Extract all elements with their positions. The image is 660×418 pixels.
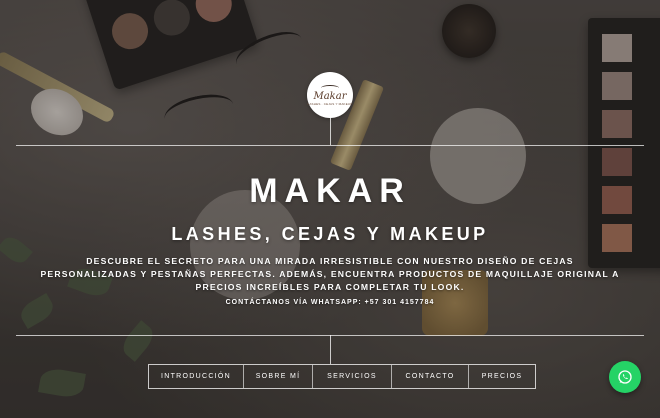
divider-vertical-top (330, 118, 331, 145)
hero-section: Makar LASHES · CEJAS Y MAKEUP MAKAR LASH… (0, 0, 660, 418)
logo-tagline: LASHES · CEJAS Y MAKEUP (307, 101, 353, 106)
divider-horizontal-top (16, 145, 644, 146)
hero-description: DESCUBRE EL SECRETO PARA UNA MIRADA IRRE… (40, 256, 620, 292)
nav-item-precios[interactable]: PRECIOS (469, 365, 535, 388)
whatsapp-icon (618, 370, 632, 384)
hero-subtitle: LASHES, CEJAS Y MAKEUP (171, 224, 489, 244)
whatsapp-contact-text: CONTÁCTANOS VÍA WHATSAPP: +57 301 415778… (225, 299, 435, 306)
logo-wordmark: Makar (313, 90, 347, 102)
nav-item-contacto[interactable]: CONTACTO (392, 365, 469, 388)
nav-item-introduccion[interactable]: INTRODUCCIÓN (149, 365, 244, 388)
whatsapp-button[interactable] (609, 361, 641, 393)
main-nav: INTRODUCCIÓN SOBRE MÍ SERVICIOS CONTACTO… (148, 364, 536, 389)
hero-title: MAKAR (249, 172, 411, 210)
lash-icon (321, 84, 339, 91)
divider-vertical-bottom (330, 335, 331, 364)
nav-item-sobre-mi[interactable]: SOBRE MÍ (244, 365, 313, 388)
nav-item-servicios[interactable]: SERVICIOS (313, 365, 392, 388)
brand-logo[interactable]: Makar LASHES · CEJAS Y MAKEUP (307, 72, 353, 118)
